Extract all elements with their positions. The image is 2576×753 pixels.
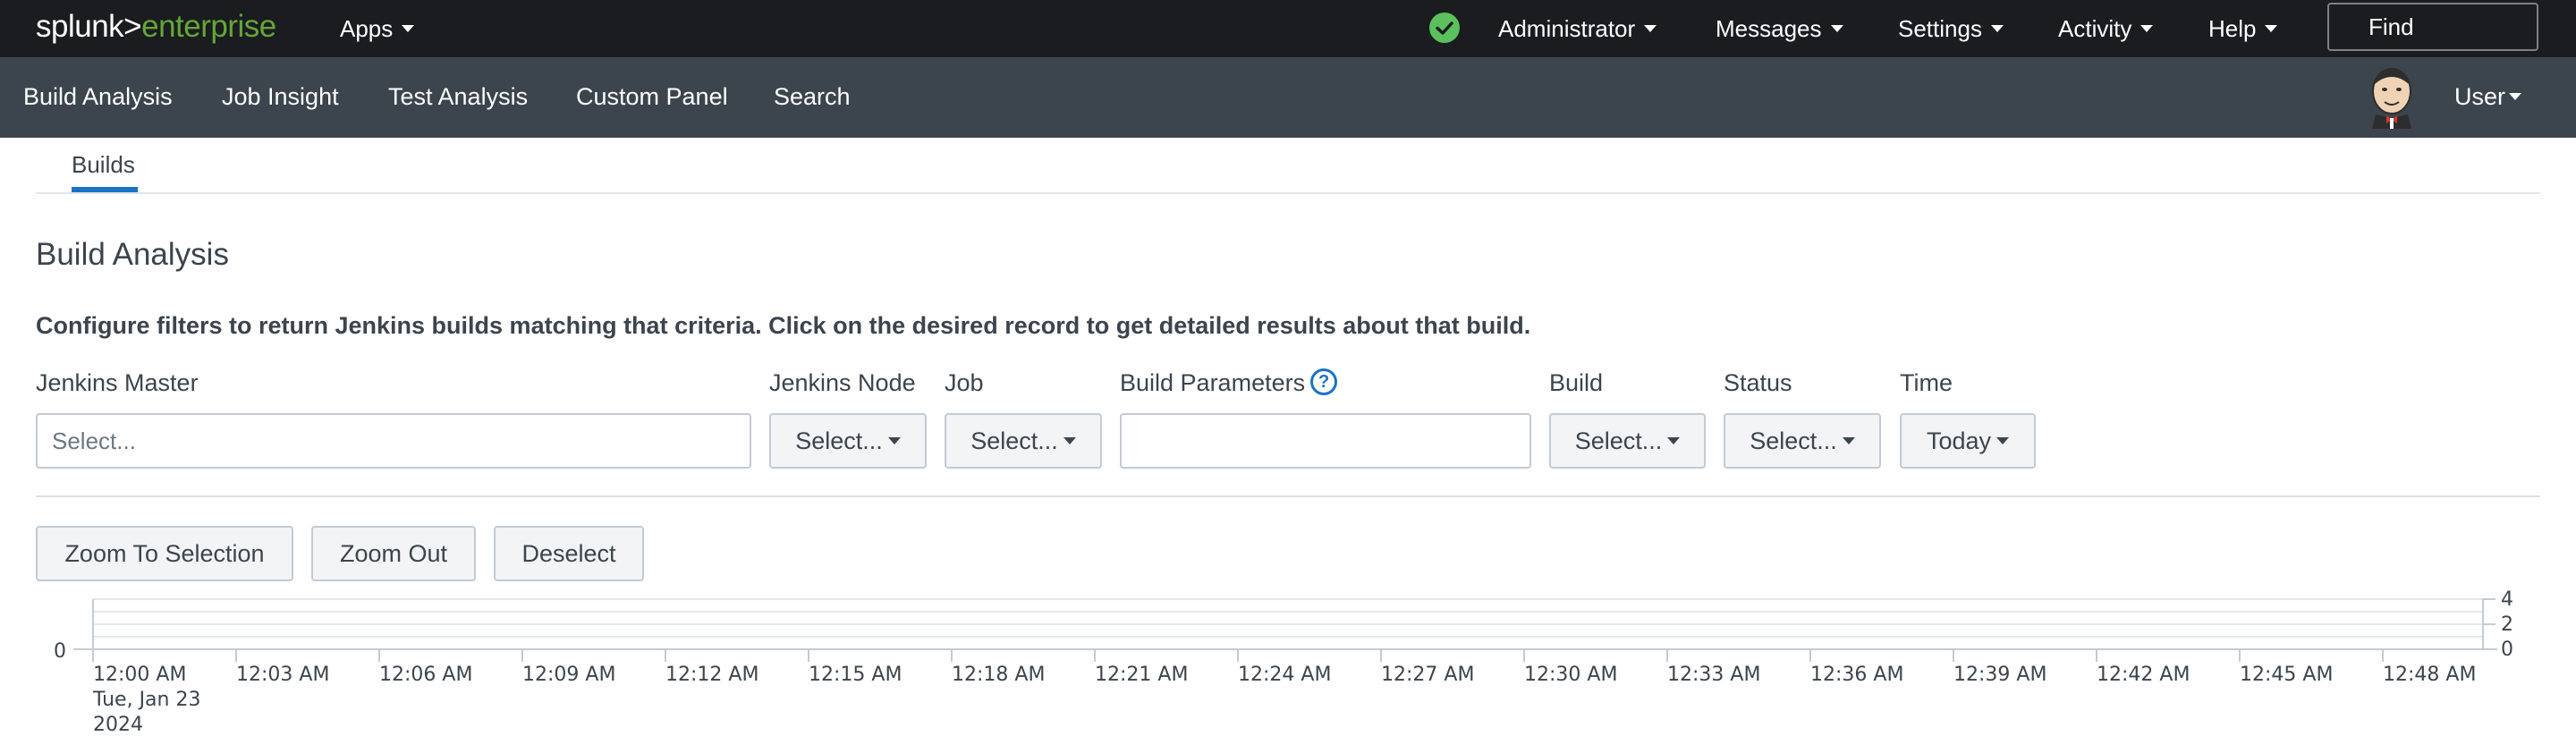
chevron-down-icon: [1990, 25, 2004, 33]
build-parameters-label: Build Parameters: [1120, 369, 1306, 396]
chevron-down-icon: [402, 25, 415, 33]
time-tick-label: 12:21 AM: [1095, 664, 1188, 686]
time-tick-label: 12:00 AM: [93, 664, 186, 686]
activity-label: Activity: [2058, 15, 2132, 42]
user-menu[interactable]: User: [2454, 79, 2522, 114]
messages-menu[interactable]: Messages: [1716, 11, 1843, 47]
jenkins-node-label: Jenkins Node: [769, 369, 916, 396]
page-description: Configure filters to return Jenkins buil…: [36, 312, 1531, 339]
top-bar: splunk>enterprise Apps Administrator Mes…: [0, 0, 2576, 57]
timeline-ticks: 12:00 AM 12:03 AM 12:06 AM 12:09 AM 12:12 AM…: [92, 649, 2476, 686]
activity-menu[interactable]: Activity: [2058, 11, 2154, 47]
first-tick-date: Tue, Jan 23: [92, 689, 200, 711]
apps-menu-label: Apps: [340, 15, 394, 42]
tab-divider: [36, 192, 2540, 194]
first-tick-year: 2024: [93, 714, 143, 736]
page-title: Build Analysis: [36, 237, 229, 272]
nav-test-analysis[interactable]: Test Analysis: [388, 79, 528, 114]
chevron-down-icon: [1842, 436, 1855, 444]
jenkins-master-label: Jenkins Master: [36, 369, 199, 396]
time-tick-label: 12:12 AM: [665, 664, 758, 686]
time-tick-label: 12:45 AM: [2240, 664, 2333, 686]
logo-secondary: enterprise: [141, 9, 276, 44]
time-tick-label: 12:09 AM: [522, 664, 615, 686]
health-status-icon[interactable]: [1429, 13, 1460, 43]
messages-label: Messages: [1716, 15, 1822, 42]
time-value: Today: [1926, 427, 1992, 454]
time-tick-label: 12:24 AM: [1238, 664, 1331, 686]
help-menu[interactable]: Help: [2208, 11, 2278, 47]
apps-menu[interactable]: Apps: [340, 11, 415, 47]
timeline-gridlines: [73, 598, 2497, 650]
settings-label: Settings: [1898, 15, 1982, 42]
jenkins-node-dropdown[interactable]: Select...: [769, 413, 927, 469]
chevron-down-icon: [2509, 92, 2522, 100]
administrator-menu[interactable]: Administrator: [1498, 11, 1657, 47]
time-tick-label: 12:33 AM: [1667, 664, 1760, 686]
right-axis-label-2: 2: [2501, 613, 2513, 636]
chevron-down-icon: [2265, 25, 2278, 33]
jenkins-master-input[interactable]: Select...: [36, 413, 751, 469]
splunk-logo[interactable]: splunk>enterprise: [36, 7, 276, 47]
chevron-down-icon: [1830, 25, 1843, 33]
time-tick-label: 12:36 AM: [1810, 664, 1903, 686]
build-value: Select...: [1574, 427, 1663, 454]
right-axis-label-4: 4: [2501, 590, 2513, 611]
nav-search[interactable]: Search: [774, 79, 851, 114]
status-label: Status: [1724, 369, 1792, 396]
timeline-chart[interactable]: 12:00 AM 12:03 AM 12:06 AM 12:09 AM 12:12 AM…: [0, 590, 2576, 753]
job-dropdown[interactable]: Select...: [945, 413, 1102, 469]
chevron-down-icon: [1667, 436, 1681, 444]
nav-build-analysis[interactable]: Build Analysis: [23, 79, 173, 114]
chevron-down-icon: [887, 436, 901, 444]
administrator-label: Administrator: [1498, 15, 1636, 42]
zoom-out-button[interactable]: Zoom Out: [311, 526, 476, 581]
tab-builds[interactable]: Builds: [72, 147, 135, 182]
chevron-down-icon: [1644, 25, 1657, 33]
status-dropdown[interactable]: Select...: [1724, 413, 1881, 469]
time-picker[interactable]: Today: [1900, 413, 2036, 469]
time-tick-label: 12:06 AM: [379, 664, 472, 686]
time-tick-label: 12:18 AM: [952, 664, 1045, 686]
logo-primary: splunk>: [36, 9, 142, 44]
time-tick-label: 12:48 AM: [2383, 664, 2476, 686]
help-label: Help: [2208, 15, 2257, 42]
time-tick-label: 12:30 AM: [1524, 664, 1617, 686]
build-parameters-input[interactable]: [1120, 413, 1531, 469]
right-axis-label-0: 0: [2501, 639, 2513, 661]
chevron-down-icon: [2140, 25, 2154, 33]
time-label: Time: [1900, 369, 1953, 396]
nav-job-insight[interactable]: Job Insight: [222, 79, 339, 114]
find-input[interactable]: Find: [2327, 3, 2538, 51]
status-value: Select...: [1750, 427, 1837, 454]
settings-menu[interactable]: Settings: [1898, 11, 2004, 47]
jenkins-logo-icon: [2360, 64, 2424, 129]
job-value: Select...: [970, 427, 1058, 454]
section-divider: [36, 495, 2540, 497]
chevron-down-icon: [1063, 436, 1076, 444]
nav-custom-panel[interactable]: Custom Panel: [576, 79, 728, 114]
build-parameters-label-group: Build Parameters?: [1120, 365, 1338, 401]
time-tick-label: 12:27 AM: [1381, 664, 1474, 686]
app-navigation-bar: Build Analysis Job Insight Test Analysis…: [0, 57, 2576, 138]
build-label: Build: [1549, 369, 1604, 396]
deselect-button[interactable]: Deselect: [494, 526, 644, 581]
time-tick-label: 12:15 AM: [809, 664, 902, 686]
job-label: Job: [945, 369, 984, 396]
build-dropdown[interactable]: Select...: [1549, 413, 1706, 469]
time-tick-label: 12:03 AM: [236, 664, 329, 686]
jenkins-node-value: Select...: [795, 427, 883, 454]
chevron-down-icon: [1996, 436, 2010, 444]
time-tick-label: 12:42 AM: [2097, 664, 2190, 686]
user-menu-label: User: [2454, 83, 2506, 110]
time-tick-label: 12:39 AM: [1953, 664, 2046, 686]
help-question-icon[interactable]: ?: [1310, 368, 1338, 395]
left-axis-label-0: 0: [54, 640, 66, 663]
zoom-to-selection-button[interactable]: Zoom To Selection: [36, 526, 293, 581]
